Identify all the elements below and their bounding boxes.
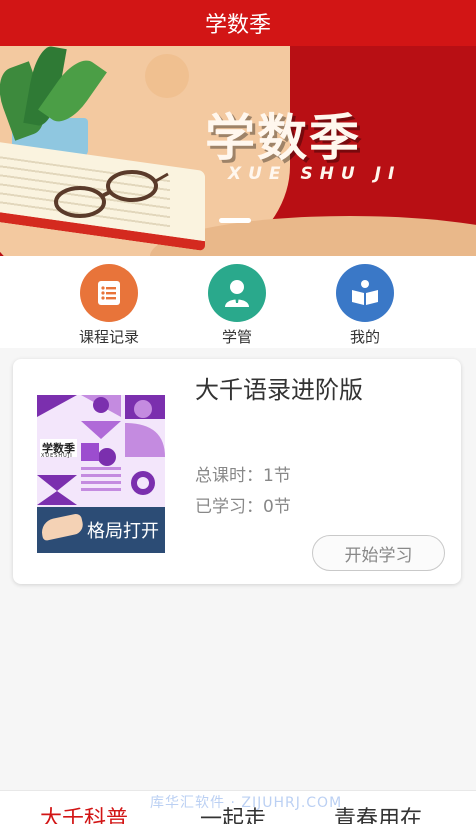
nav-label: 学管 bbox=[221, 328, 252, 346]
banner-carousel[interactable]: 学数季 XUE SHU JI bbox=[0, 46, 476, 256]
course-cover-image: 学数季 XUESHUJI 格局打开 bbox=[37, 395, 165, 553]
open-book-icon bbox=[336, 264, 394, 322]
cover-caption-bar: 格局打开 bbox=[37, 507, 165, 553]
thumb-hand-icon bbox=[39, 512, 85, 542]
nav-item-manager[interactable]: 学管 bbox=[192, 264, 282, 347]
nav-label: 课程记录 bbox=[78, 328, 139, 346]
nav-label: 我的 bbox=[349, 328, 380, 346]
glasses-icon bbox=[54, 170, 169, 218]
list-document-icon bbox=[80, 264, 138, 322]
tab-youth[interactable]: 青春用在 bbox=[334, 801, 422, 824]
course-title: 大千语录进阶版 bbox=[195, 376, 363, 404]
course-total-lessons: 总课时：1节 bbox=[195, 466, 291, 486]
course-card[interactable]: 学数季 XUESHUJI 格局打开 大千语录进阶版 总课时：1节 已学习：0节 … bbox=[13, 359, 461, 584]
banner-title: 学数季 bbox=[205, 108, 361, 167]
course-learned-lessons: 已学习：0节 bbox=[195, 497, 291, 517]
quick-nav: 课程记录 学管 我的 bbox=[0, 256, 476, 348]
carousel-indicator[interactable] bbox=[219, 218, 251, 223]
app-header: 学数季 bbox=[0, 0, 476, 46]
cover-caption: 格局打开 bbox=[87, 521, 159, 542]
person-icon bbox=[208, 264, 266, 322]
start-learning-button[interactable]: 开始学习 bbox=[312, 535, 445, 571]
page-title: 学数季 bbox=[204, 13, 271, 38]
banner-decoration bbox=[145, 54, 189, 98]
nav-item-mine[interactable]: 我的 bbox=[320, 264, 410, 347]
banner-subtitle: XUE SHU JI bbox=[228, 164, 402, 184]
cover-logo-sub: XUESHUJI bbox=[41, 453, 73, 459]
tab-science[interactable]: 大千科普 bbox=[40, 801, 128, 824]
nav-item-course-record[interactable]: 课程记录 bbox=[64, 264, 154, 347]
watermark: 库华汇软件 · ZIJUHRJ.COM bbox=[150, 795, 343, 811]
